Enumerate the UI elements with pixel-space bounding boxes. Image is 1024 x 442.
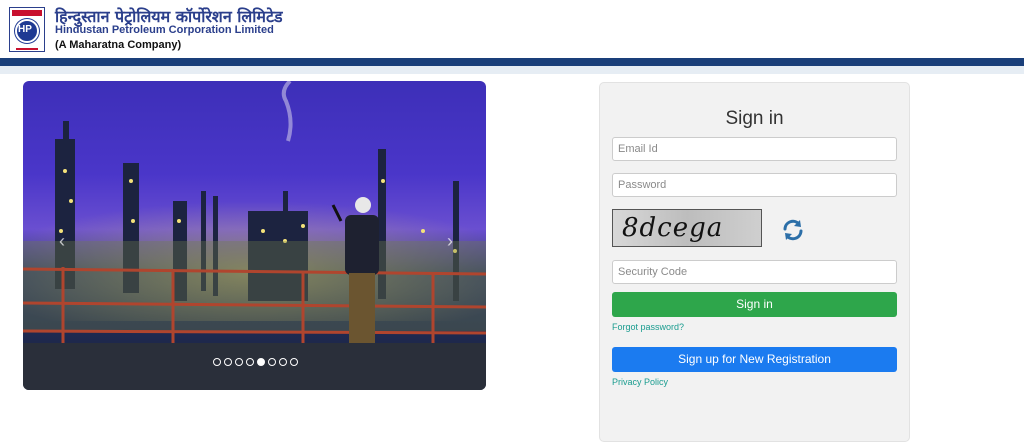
- signin-title: Sign in: [725, 108, 784, 129]
- refresh-icon[interactable]: [780, 217, 806, 243]
- carousel-indicator[interactable]: [235, 358, 243, 366]
- carousel-indicator[interactable]: [246, 358, 254, 366]
- image-carousel[interactable]: ‹ ›: [23, 81, 486, 390]
- security-code-input[interactable]: [612, 260, 897, 284]
- navbar-shadow: [0, 66, 1024, 74]
- carousel-indicators: [213, 358, 298, 366]
- carousel-indicator[interactable]: [279, 358, 287, 366]
- carousel-indicator-active[interactable]: [257, 358, 265, 366]
- carousel-indicator[interactable]: [224, 358, 232, 366]
- forgot-password-link[interactable]: Forgot password?: [612, 322, 684, 332]
- chevron-right-icon[interactable]: ›: [443, 231, 457, 251]
- password-input[interactable]: [612, 173, 897, 197]
- logo-tag: [12, 10, 42, 16]
- chevron-left-icon[interactable]: ‹: [55, 231, 69, 251]
- carousel-indicator[interactable]: [268, 358, 276, 366]
- privacy-policy-link[interactable]: Privacy Policy: [612, 377, 668, 387]
- hp-logo[interactable]: HP: [9, 7, 45, 52]
- carousel-indicator[interactable]: [290, 358, 298, 366]
- signin-button[interactable]: Sign in: [612, 292, 897, 317]
- captcha-text: 8dcega: [622, 213, 724, 243]
- carousel-indicator[interactable]: [213, 358, 221, 366]
- signup-button[interactable]: Sign up for New Registration: [612, 347, 897, 372]
- brand-name-english: Hindustan Petroleum Corporation Limited: [55, 24, 274, 36]
- site-header: HP हिन्दुस्तान पेट्रोलियम कॉर्पोरेशन लिम…: [0, 0, 1024, 58]
- logo-waves: [16, 45, 38, 50]
- captcha-image: 8dcega: [612, 209, 762, 247]
- navbar-stripe: [0, 58, 1024, 66]
- refinery-night-image: [23, 81, 486, 390]
- logo-text: HP: [18, 24, 32, 35]
- email-input[interactable]: [612, 137, 897, 161]
- brand-subtitle: (A Maharatna Company): [55, 39, 182, 51]
